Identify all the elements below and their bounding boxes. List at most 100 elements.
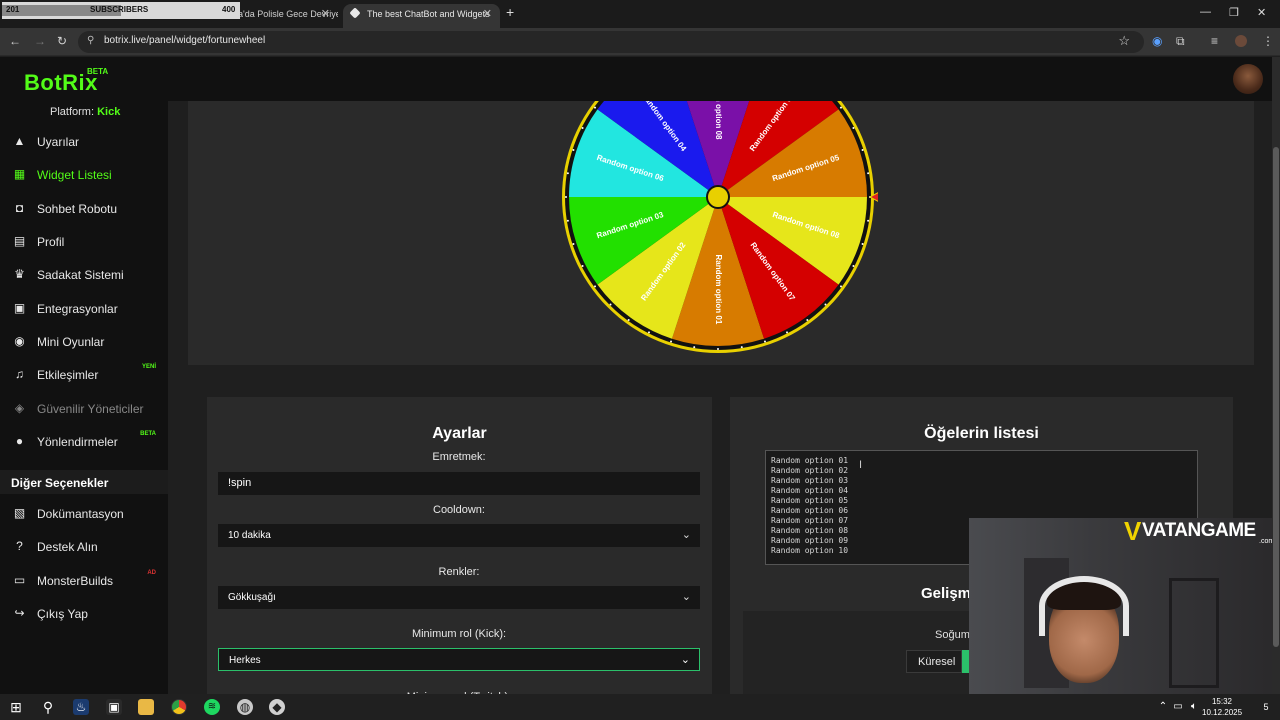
wheel-segment-label: Random option 08 <box>714 101 723 140</box>
sidebar-item-label: Sohbet Robotu <box>37 201 118 216</box>
sidebar-other-item[interactable]: ↪ Çıkış Yap <box>0 600 168 628</box>
taskbar-clock[interactable]: 15:32 10.12.2025 <box>1202 696 1242 718</box>
wheel-peg <box>609 303 612 306</box>
sidebar-item[interactable]: ▤ Profil <box>0 228 168 256</box>
sidebar-item[interactable]: ♫ Etkileşimler YENİ <box>0 361 168 389</box>
scope-button[interactable]: Küresel <box>906 650 962 673</box>
chevron-down-icon: ⌄ <box>681 529 691 541</box>
clock-time: 15:32 <box>1211 697 1233 706</box>
bookmark-star-icon[interactable]: ☆ <box>1118 33 1130 49</box>
user-avatar[interactable] <box>1233 64 1263 94</box>
wheel-peg <box>565 196 567 198</box>
wheel-peg <box>572 149 575 152</box>
close-icon[interactable]: ✕ <box>321 4 330 24</box>
sidebar-item[interactable]: ◘ Sohbet Robotu <box>0 195 168 223</box>
tray-arrow-icon[interactable]: ⌃ <box>1155 699 1171 715</box>
wheel-peg <box>566 172 569 175</box>
menu-icon[interactable]: ⋮ <box>1262 34 1274 48</box>
store-icon[interactable]: ▣ <box>106 699 122 715</box>
reload-icon[interactable]: ↻ <box>57 34 67 48</box>
wheel-hub[interactable] <box>706 185 730 209</box>
vatangame-logo: VATANGAME <box>1142 520 1256 541</box>
chrome-icon[interactable] <box>171 699 187 715</box>
headset-icon <box>1039 576 1129 636</box>
sidebar-item-label: Profil <box>37 235 65 250</box>
vatangame-logo-v: V <box>1124 516 1142 546</box>
minrole-select[interactable]: Herkes ⌄ <box>218 648 700 671</box>
sidebar-item-label: Widget Listesi <box>37 168 112 183</box>
page-scrollbar[interactable] <box>1272 57 1280 694</box>
sidebar-item[interactable]: ▣ Entegrasyonlar <box>0 295 168 323</box>
extensions-puzzle-icon[interactable]: ⧉ <box>1176 34 1185 49</box>
obs-icon[interactable]: ◍ <box>237 699 253 715</box>
minimize-icon[interactable]: — <box>1200 6 1211 18</box>
url-text: botrix.live/panel/widget/fortunewheel <box>104 35 266 46</box>
botrix-tab-icon <box>349 7 361 19</box>
tab-botrix[interactable]: The best ChatBot and Widgets ✕ <box>343 4 500 28</box>
subscriber-count-right: 400 <box>222 5 236 14</box>
list-item: Random option 09 <box>771 536 849 545</box>
sidebar-item-badge: YENİ <box>141 364 156 371</box>
sidebar-item[interactable]: ▦ Widget Listesi <box>0 161 168 189</box>
id-card-icon: ▤ <box>13 234 26 249</box>
extension-icon[interactable]: ◉ <box>1152 34 1162 48</box>
cooldown-select[interactable]: 10 dakika ⌄ <box>218 524 700 547</box>
sidebar-item[interactable]: ◈ Güvenilir Yöneticiler <box>0 395 168 423</box>
list-item: Random option 10 <box>771 546 849 555</box>
media-icon[interactable]: ≡ <box>1211 34 1218 48</box>
profile-icon[interactable] <box>1235 35 1247 47</box>
platform-label: Platform: <box>50 106 95 118</box>
sidebar-item[interactable]: ◉ Mini Oyunlar <box>0 328 168 356</box>
search-icon[interactable]: ⚲ <box>40 699 56 715</box>
steam-icon[interactable]: ♨ <box>73 699 89 715</box>
tab-title: The best ChatBot and Widgets <box>367 9 490 19</box>
window-close-icon[interactable]: ✕ <box>1257 6 1266 19</box>
wheel-peg <box>581 265 584 268</box>
wheel-peg <box>566 219 569 222</box>
forward-icon[interactable]: → <box>34 34 46 48</box>
wheel-peg <box>867 219 870 222</box>
webcam-shelf <box>1169 578 1219 688</box>
subscriber-label: SUBSCRIBERS <box>90 5 149 14</box>
restore-icon[interactable]: ❐ <box>1229 6 1239 19</box>
sidebar-item-badge: AD <box>147 569 156 576</box>
sidebar-other-item[interactable]: ▧ Dokümantasyon <box>0 500 168 528</box>
close-icon[interactable]: ✕ <box>483 4 492 24</box>
sidebar-item[interactable]: ♛ Sadakat Sistemi <box>0 261 168 289</box>
list-item: Random option 08 <box>771 526 849 535</box>
network-icon[interactable]: ▭ <box>1170 699 1186 715</box>
spotify-icon[interactable]: ≋ <box>204 699 220 715</box>
cooldown-value: 10 dakika <box>228 530 271 541</box>
wheel-peg <box>581 126 584 129</box>
sidebar-item-label: Sadakat Sistemi <box>37 268 124 283</box>
sidebar-other-item[interactable]: ▭ MonsterBuilds AD <box>0 567 168 595</box>
back-icon[interactable]: ← <box>9 34 21 48</box>
beta-badge: BETA <box>87 67 109 76</box>
windows-start-icon[interactable]: ⊞ <box>8 699 24 715</box>
users-icon: ● <box>15 434 24 449</box>
scrollbar-thumb[interactable] <box>1273 147 1279 647</box>
wheel-peg <box>572 242 575 245</box>
sidebar-item[interactable]: ● Yönlendirmeler BETA <box>0 428 168 456</box>
trophy-icon: ♛ <box>14 267 25 282</box>
fortune-wheel[interactable]: Random option 01Random option 02Random o… <box>562 101 878 357</box>
sidebar-item[interactable]: ▲ Uyarılar <box>0 128 168 156</box>
settings-title: Ayarlar <box>432 425 487 442</box>
app-icon[interactable]: ◆ <box>269 699 285 715</box>
colors-select[interactable]: Gökkuşağı ⌄ <box>218 586 700 609</box>
sidebar-other-item[interactable]: ? Destek Alın <box>0 533 168 561</box>
command-input[interactable]: !spin <box>218 472 700 495</box>
file-explorer-icon[interactable] <box>138 699 154 715</box>
cooldown-scope-label: Soğum <box>935 629 970 641</box>
volume-icon[interactable]: 🔈︎ <box>1186 699 1202 715</box>
wheel-peg <box>861 242 864 245</box>
wheel-peg <box>693 346 696 349</box>
notification-badge[interactable]: 5 <box>1258 699 1274 715</box>
new-tab-button[interactable]: + <box>506 4 514 20</box>
site-info-icon[interactable]: ⚲ <box>87 35 94 46</box>
platform-indicator: Platform: Kick <box>50 106 120 118</box>
wheel-peg <box>806 318 809 321</box>
windows-taskbar: ⊞ ⚲ ♨ ▣ ≋ ◍ ◆ ⌃ ▭ 🔈︎ 5 <box>0 694 1280 720</box>
address-bar[interactable]: ⚲ botrix.live/panel/widget/fortunewheel … <box>78 31 1144 53</box>
integration-icon: ▣ <box>13 300 26 315</box>
